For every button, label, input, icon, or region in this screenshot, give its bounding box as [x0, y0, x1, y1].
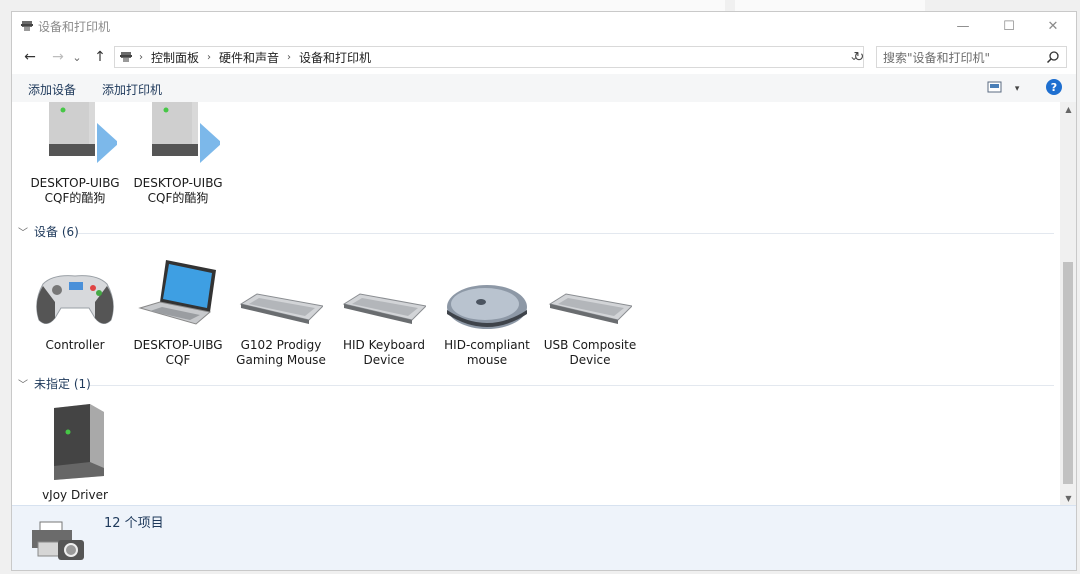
up-button[interactable]: ↑	[90, 47, 110, 67]
device-item-vjoy[interactable]: vJoy Driver	[25, 402, 125, 503]
item-count: 12 个项目	[104, 516, 164, 531]
chevron-down-icon: ⌄	[72, 50, 82, 64]
close-icon: ✕	[1047, 18, 1059, 34]
group-divider	[78, 233, 1054, 234]
chevron-down-icon: ﹀	[18, 227, 28, 239]
refresh-icon: ↻	[853, 49, 865, 65]
vertical-scrollbar[interactable]: ▲ ▼	[1060, 102, 1076, 505]
arrow-left-icon: ←	[24, 49, 36, 65]
device-label: Controller	[45, 338, 105, 352]
group-title: 设备 (6)	[34, 224, 79, 239]
add-device-button[interactable]: 添加设备	[28, 81, 76, 98]
device-label: vJoy Driver	[42, 488, 108, 502]
scroll-down-icon[interactable]: ▼	[1060, 491, 1076, 505]
minimize-icon: —	[956, 18, 970, 34]
server-arrow-icon	[128, 102, 228, 170]
device-item-controller[interactable]: Controller	[25, 252, 125, 353]
printer-label: DESKTOP-UIBG CQF的酷狗	[30, 176, 120, 205]
refresh-button[interactable]: ↻	[850, 46, 868, 68]
server-arrow-icon	[25, 102, 125, 170]
gamepad-icon	[25, 252, 125, 332]
breadcrumb-separator-icon: ›	[207, 51, 212, 63]
arrow-up-icon: ↑	[94, 49, 106, 65]
chevron-down-icon: ﹀	[18, 379, 28, 391]
arrow-right-icon: →	[52, 49, 64, 65]
breadcrumb-separator-icon: ›	[287, 51, 292, 63]
search-icon	[1046, 51, 1059, 64]
breadcrumb-control-panel[interactable]: 控制面板	[151, 49, 199, 66]
device-item-hid-keyboard[interactable]: HID Keyboard Device	[334, 252, 434, 368]
keyboard-icon	[231, 252, 331, 332]
command-bar: 添加设备 添加打印机 ▾ ?	[12, 74, 1076, 102]
keyboard-icon	[540, 252, 640, 332]
breadcrumb-devices-printers[interactable]: 设备和打印机	[299, 49, 371, 66]
control-panel-icon	[120, 52, 132, 62]
help-icon: ?	[1050, 80, 1058, 94]
devices-printers-app-icon	[21, 21, 33, 31]
devices-printers-large-icon	[32, 521, 84, 560]
breadcrumb-hardware-sound[interactable]: 硬件和声音	[219, 49, 279, 66]
maximize-icon: ☐	[1003, 18, 1015, 34]
laptop-icon	[128, 252, 228, 332]
address-row: ← → ⌄ ↑ › 控制面板 › 硬件和声音 › 设备和打印机 ⌄ ↻ 搜索"设…	[12, 42, 1076, 72]
printer-item[interactable]: DESKTOP-UIBG CQF的酷狗	[25, 102, 125, 206]
server-icon	[25, 402, 125, 482]
printer-label: DESKTOP-UIBG CQF的酷狗	[133, 176, 223, 205]
close-button[interactable]: ✕	[1030, 12, 1076, 40]
group-divider	[90, 385, 1054, 386]
help-button[interactable]: ?	[1046, 79, 1062, 95]
devices-printers-window: 设备和打印机 — ☐ ✕ ← → ⌄ ↑ › 控制面板 › 硬件和声音 › 设备…	[11, 11, 1077, 571]
device-label: HID-compliant mouse	[444, 338, 530, 367]
search-placeholder: 搜索"设备和打印机"	[883, 50, 991, 65]
title-bar: 设备和打印机 — ☐ ✕	[12, 12, 1076, 40]
search-input[interactable]: 搜索"设备和打印机"	[876, 46, 1067, 68]
device-label: DESKTOP-UIBG CQF	[133, 338, 223, 367]
printer-item[interactable]: DESKTOP-UIBG CQF的酷狗	[128, 102, 228, 206]
add-printer-button[interactable]: 添加打印机	[102, 81, 162, 98]
window-title: 设备和打印机	[38, 20, 111, 34]
breadcrumb-separator-icon: ›	[139, 51, 143, 63]
device-label: USB Composite Device	[543, 338, 637, 367]
address-bar[interactable]: › 控制面板 › 硬件和声音 › 设备和打印机 ⌄	[114, 46, 864, 68]
device-item-hid-mouse[interactable]: HID-compliant mouse	[437, 252, 537, 368]
forward-button[interactable]: →	[48, 47, 68, 67]
scrollbar-thumb[interactable]	[1063, 262, 1073, 484]
device-item-g102-mouse[interactable]: G102 Prodigy Gaming Mouse	[231, 252, 331, 368]
mouse-icon	[437, 252, 537, 332]
view-icon	[987, 81, 1002, 93]
device-item-usb-composite[interactable]: USB Composite Device	[540, 252, 640, 368]
back-button[interactable]: ←	[20, 47, 40, 67]
recent-locations-button[interactable]: ⌄	[70, 47, 84, 67]
group-header-devices[interactable]: ﹀ 设备 (6)	[18, 223, 79, 239]
maximize-button[interactable]: ☐	[986, 12, 1032, 40]
device-label: HID Keyboard Device	[342, 338, 426, 367]
group-title: 未指定 (1)	[34, 376, 91, 391]
keyboard-icon	[334, 252, 434, 332]
device-label: G102 Prodigy Gaming Mouse	[236, 338, 326, 367]
change-view-button[interactable]: ▾	[987, 80, 1019, 97]
scroll-up-icon[interactable]: ▲	[1060, 102, 1076, 116]
group-header-unspecified[interactable]: ﹀ 未指定 (1)	[18, 375, 91, 391]
view-dropdown-icon: ▾	[1014, 84, 1020, 94]
device-item-laptop[interactable]: DESKTOP-UIBG CQF	[128, 252, 228, 368]
details-pane: 12 个项目	[12, 505, 1076, 570]
minimize-button[interactable]: —	[940, 12, 986, 40]
device-list: DESKTOP-UIBG CQF的酷狗 DESKTOP-UIBG CQF的酷狗 …	[12, 102, 1060, 505]
